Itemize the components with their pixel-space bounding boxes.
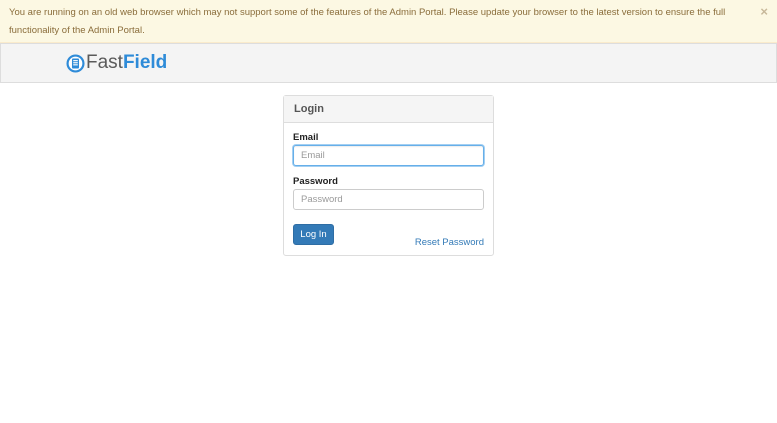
reset-password-link[interactable]: Reset Password: [415, 237, 484, 248]
login-form: Email Password Log In Reset Password: [284, 132, 493, 264]
brand-logo[interactable]: Fast Field: [66, 52, 167, 74]
login-panel-heading: Login: [284, 96, 493, 123]
top-navbar: Fast Field: [0, 43, 777, 83]
email-label: Email: [293, 132, 319, 143]
password-field[interactable]: [293, 189, 484, 210]
browser-warning-alert: You are running on an old web browser wh…: [0, 0, 777, 43]
login-panel: Login Email Password Log In Reset Passwo…: [283, 95, 494, 256]
brand-name-field: Field: [122, 52, 168, 73]
close-icon[interactable]: ×: [760, 5, 768, 19]
fastfield-logo-icon: [66, 53, 85, 73]
browser-warning-text: You are running on an old web browser wh…: [9, 7, 726, 36]
login-actions: Log In Reset Password: [293, 224, 484, 264]
brand-name-fast: Fast: [86, 52, 123, 73]
login-button[interactable]: Log In: [293, 224, 334, 245]
email-field[interactable]: [293, 145, 484, 166]
password-label: Password: [293, 176, 338, 187]
